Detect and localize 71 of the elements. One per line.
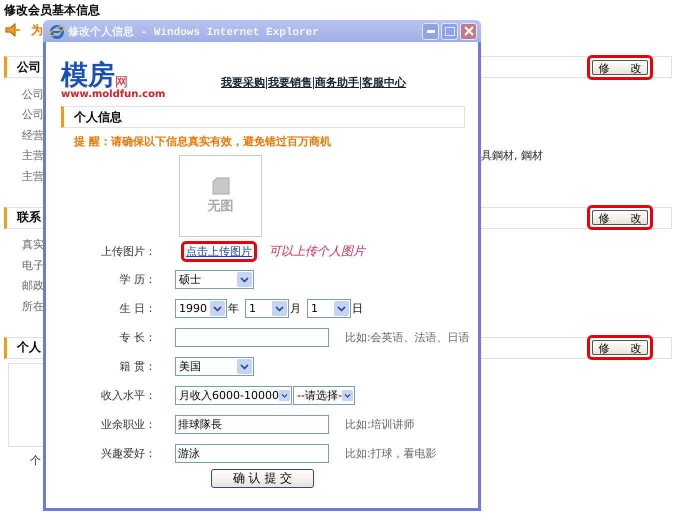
chevron-down-icon: [334, 301, 349, 316]
input-field[interactable]: 排球隊長: [175, 415, 329, 434]
field-label: 电子: [22, 258, 44, 273]
dropdown[interactable]: 月收入6000-10000: [175, 386, 292, 405]
nav-link[interactable]: 我要销售: [268, 75, 312, 90]
field-label: 生 日：: [118, 301, 156, 316]
dropdown[interactable]: 1: [307, 299, 351, 318]
chevron-down-icon: [210, 301, 225, 316]
notice-icon: [5, 23, 21, 37]
field-label: 上传图片：: [100, 244, 156, 258]
close-button[interactable]: [460, 22, 477, 40]
page-title: 修改会员基本信息: [4, 2, 101, 18]
input-field[interactable]: 游泳: [175, 444, 329, 463]
nav-link[interactable]: 商务助手: [315, 75, 359, 90]
chevron-down-icon: [237, 359, 252, 374]
dropdown[interactable]: --请选择-: [293, 386, 355, 405]
window-title: 修改个人信息 - Windows Internet Explorer: [68, 24, 320, 38]
nav-link[interactable]: 客服中心: [362, 75, 406, 90]
field-label: 专 长：: [118, 330, 156, 345]
date-unit: 年: [228, 301, 239, 316]
site-logo[interactable]: 模房网 www.moldfun.com: [61, 62, 221, 100]
field-label: 主营: [22, 148, 44, 164]
reminder-text: 提 醒：请确保以下信息真实有效，避免错过百万商机: [74, 134, 332, 149]
field-label: 公司: [22, 107, 44, 122]
field-label: 邮政: [22, 278, 44, 294]
upload-note: 可以上传个人图片: [269, 242, 365, 260]
date-unit: 月: [290, 301, 301, 316]
chevron-down-icon: [237, 272, 252, 287]
submit-button[interactable]: 确 认 提 交: [211, 469, 314, 488]
edit-button[interactable]: 修 改: [592, 210, 648, 225]
field-label: 籍 贯：: [118, 359, 156, 374]
placeholder-text: 无图: [208, 198, 234, 215]
field-label: 真实: [22, 237, 44, 252]
chevron-down-icon: [342, 388, 353, 403]
minimize-icon: [426, 30, 434, 32]
section-title: 联系: [17, 209, 41, 226]
section-title: 个人: [17, 339, 41, 356]
close-icon: [464, 26, 474, 36]
dropdown[interactable]: 美国: [175, 357, 254, 376]
minimize-button[interactable]: [422, 22, 439, 40]
edit-button[interactable]: 修 改: [592, 60, 648, 74]
dropdown[interactable]: 1: [245, 299, 289, 318]
field-label: 所在: [22, 298, 44, 314]
edit-button[interactable]: 修 改: [592, 340, 648, 355]
field-label: 主营: [22, 168, 44, 184]
hint-text: 比如:打球，看电影: [345, 446, 437, 461]
section-title: 公司: [17, 58, 41, 76]
photo-caption: 个: [30, 452, 41, 468]
dropdown[interactable]: 硕士: [175, 270, 254, 289]
hint-text: 比如:会英语、法语、日语: [345, 330, 470, 345]
field-label: 学 历：: [118, 272, 156, 287]
input-field[interactable]: [175, 328, 329, 347]
field-value: 具鋼材, 鋼材: [481, 148, 544, 164]
nav-link[interactable]: 我要采购: [221, 75, 265, 90]
section-title: 个人信息: [74, 108, 122, 126]
dropdown[interactable]: 1990: [175, 299, 227, 318]
notice-text: 为: [31, 22, 43, 38]
date-unit: 日: [352, 301, 363, 316]
chevron-down-icon: [272, 301, 287, 316]
browser-icon: [49, 23, 65, 39]
maximize-icon: [444, 26, 454, 36]
chevron-down-icon: [278, 388, 290, 403]
maximize-button[interactable]: [441, 22, 458, 40]
field-label: 兴趣爱好：: [100, 446, 156, 461]
field-label: 收入水平：: [100, 388, 156, 403]
field-label: 经营: [22, 128, 44, 143]
field-label: 公司: [22, 86, 44, 102]
image-icon: [212, 177, 230, 195]
upload-link[interactable]: 点击上传图片: [186, 244, 252, 258]
hint-text: 比如:培训讲师: [345, 417, 415, 432]
field-label: 业余职业：: [100, 417, 156, 432]
